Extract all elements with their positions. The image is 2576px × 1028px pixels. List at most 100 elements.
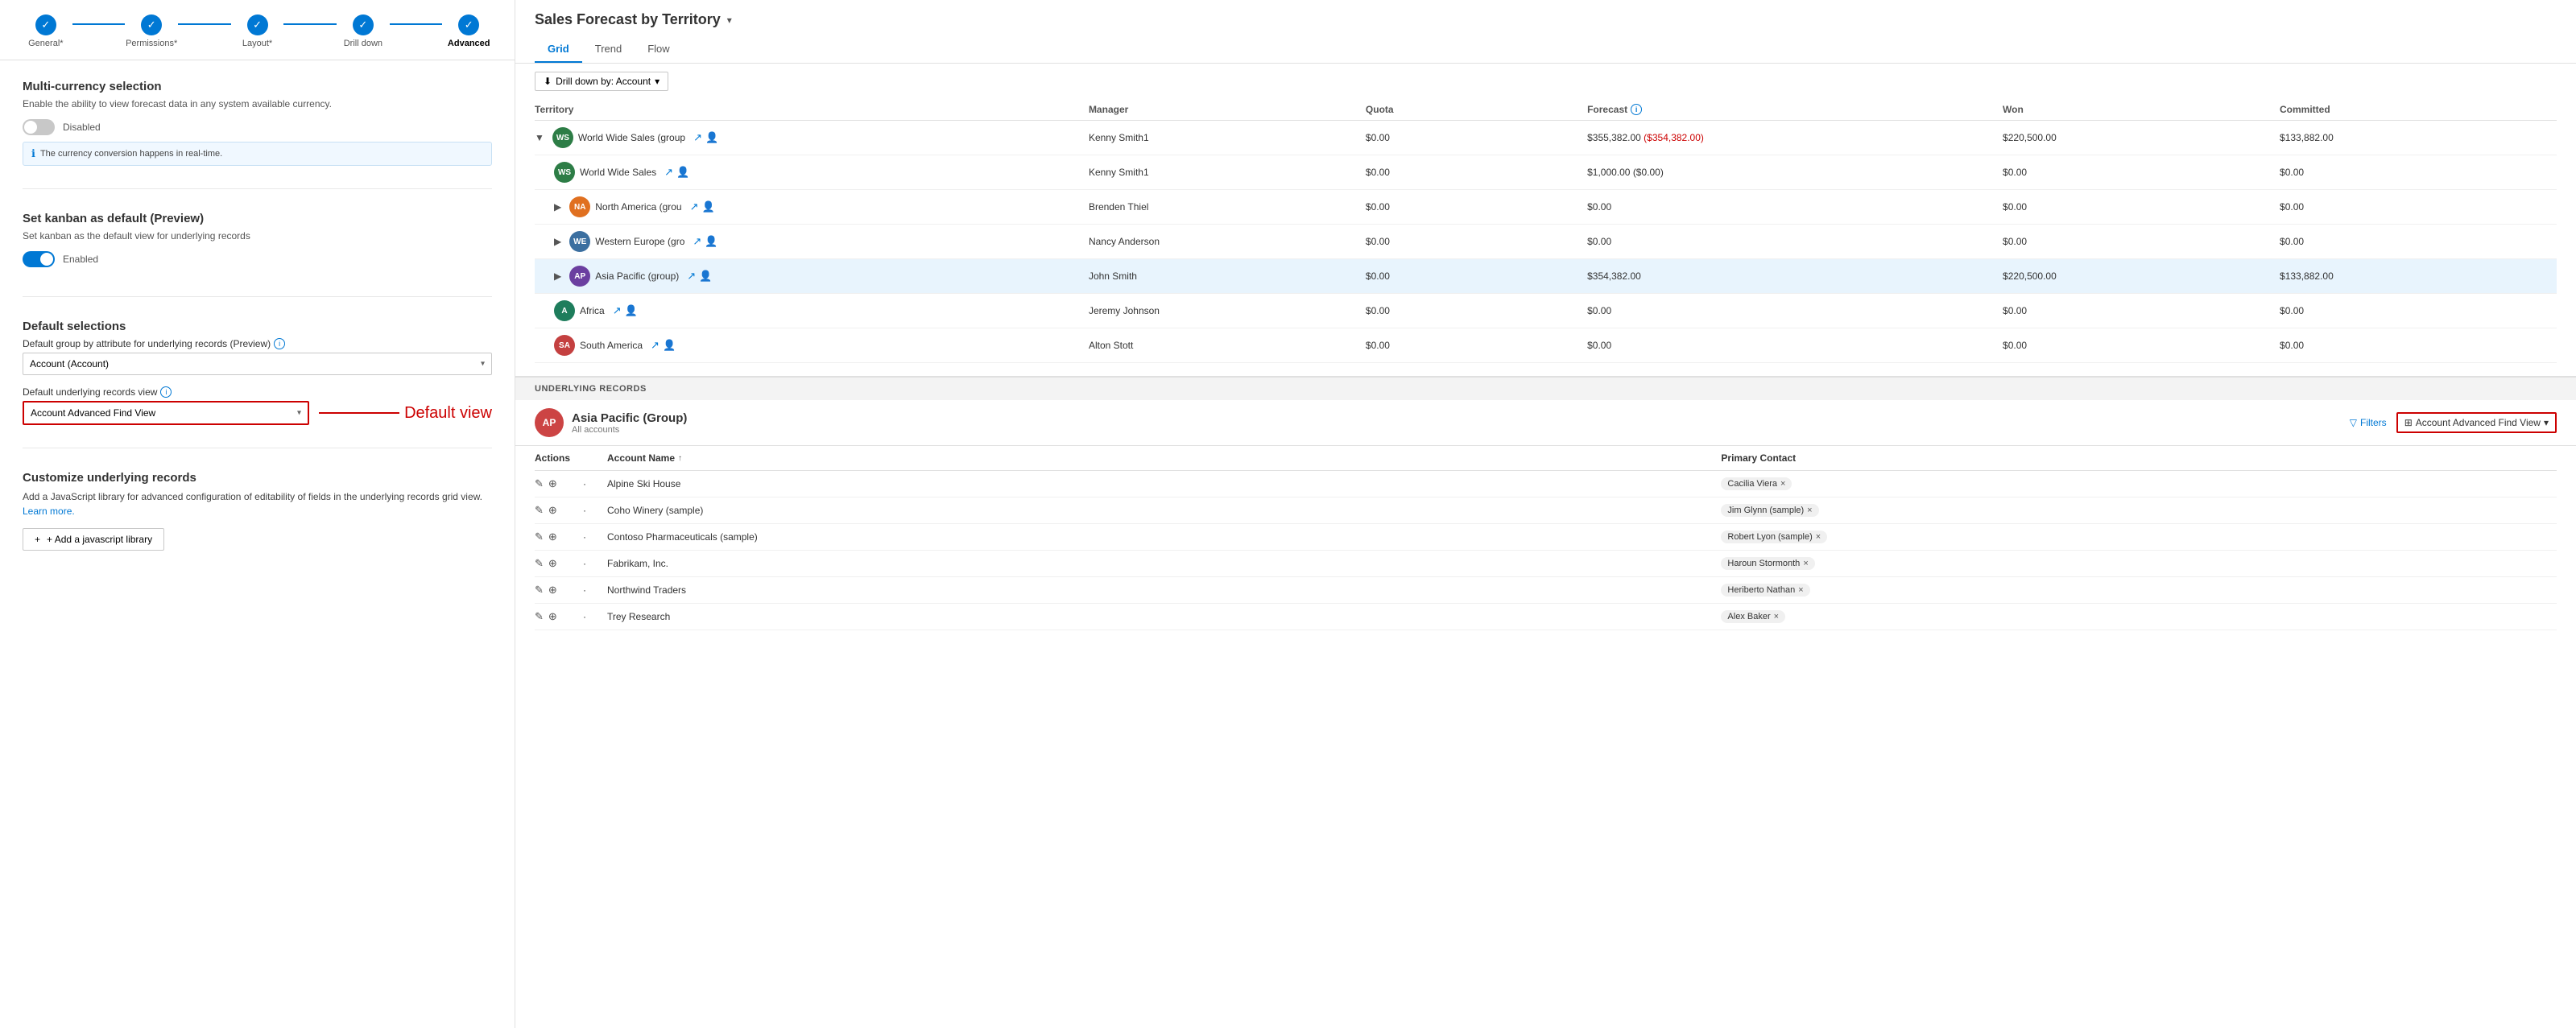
more-icon[interactable]: ⊕ (548, 610, 557, 623)
avatar: WE (569, 231, 590, 252)
expand-icon[interactable]: ▼ (535, 132, 544, 143)
share-icon[interactable]: ↗ (664, 166, 673, 179)
annotation-arrow-line (319, 412, 399, 414)
share-icon[interactable]: ↗ (613, 304, 622, 317)
share-icon[interactable]: ↗ (693, 235, 701, 248)
territory-icons: ↗ 👤 (690, 200, 715, 213)
avatar: WS (554, 162, 575, 183)
person-icon[interactable]: 👤 (699, 270, 712, 283)
row-dot: · (583, 505, 607, 516)
edit-icon[interactable]: ✎ (535, 557, 544, 570)
territory-icons: ↗ 👤 (693, 235, 717, 248)
person-icon[interactable]: 👤 (663, 339, 676, 352)
view-select-wrapper: Account Advanced Find View ▾ (23, 401, 309, 425)
share-icon[interactable]: ↗ (693, 131, 702, 144)
forecast-cell: $1,000.00 ($0.00) (1587, 167, 2003, 178)
territory-name: World Wide Sales (580, 167, 656, 178)
edit-icon[interactable]: ✎ (535, 504, 544, 517)
tabs-row: Grid Trend Flow (535, 36, 2557, 63)
more-icon[interactable]: ⊕ (548, 504, 557, 517)
tag-close-icon[interactable]: × (1780, 479, 1785, 489)
territory-icons: ↗ 👤 (693, 131, 718, 144)
action-icons: ✎ ⊕ (535, 557, 583, 570)
more-icon[interactable]: ⊕ (548, 584, 557, 597)
list-item: ✎ ⊕ · Alpine Ski House Cacilia Viera × (535, 471, 2557, 497)
tag-close-icon[interactable]: × (1807, 506, 1812, 515)
person-icon[interactable]: 👤 (702, 200, 715, 213)
manager-cell: Jeremy Johnson (1089, 305, 1366, 316)
edit-icon[interactable]: ✎ (535, 531, 544, 543)
step-line-1 (72, 23, 126, 25)
tag-close-icon[interactable]: × (1798, 585, 1803, 595)
kanban-title: Set kanban as default (Preview) (23, 212, 492, 225)
person-icon[interactable]: 👤 (676, 166, 689, 179)
underlying-group-info: Asia Pacific (Group) All accounts (572, 411, 687, 435)
step-drilldown[interactable]: ✓ Drill down (337, 14, 390, 48)
expand-icon[interactable]: ▶ (554, 201, 561, 213)
more-icon[interactable]: ⊕ (548, 477, 557, 490)
step-permissions[interactable]: ✓ Permissions* (125, 14, 178, 48)
edit-icon[interactable]: ✎ (535, 584, 544, 597)
forecast-cell: $355,382.00 ($354,382.00) (1587, 132, 2003, 143)
forecast-title-chevron[interactable]: ▾ (727, 14, 732, 26)
edit-icon[interactable]: ✎ (535, 610, 544, 623)
tab-grid[interactable]: Grid (535, 36, 582, 63)
filters-button[interactable]: ▽ Filters (2350, 417, 2387, 428)
more-icon[interactable]: ⊕ (548, 557, 557, 570)
primary-contact: Jim Glynn (sample) × (1721, 504, 2557, 517)
stepper: ✓ General* ✓ Permissions* ✓ Layout* ✓ Dr… (0, 0, 515, 60)
step-general-label: General* (28, 39, 63, 48)
group-label-info[interactable]: i (274, 338, 285, 349)
group-select[interactable]: Account (Account) (23, 353, 491, 374)
multicurrency-desc: Enable the ability to view forecast data… (23, 98, 492, 109)
share-icon[interactable]: ↗ (690, 200, 699, 213)
expand-icon[interactable]: ▶ (554, 236, 561, 247)
underlying-header-label: UNDERLYING RECORDS (535, 384, 647, 394)
person-icon[interactable]: 👤 (705, 235, 717, 248)
person-icon[interactable]: 👤 (625, 304, 638, 317)
tag-close-icon[interactable]: × (1803, 559, 1808, 568)
person-icon[interactable]: 👤 (705, 131, 718, 144)
step-advanced[interactable]: ✓ Advanced (442, 14, 495, 48)
learn-more-link[interactable]: Learn more. (23, 506, 75, 517)
drilldown-button[interactable]: ⬇ Drill down by: Account ▾ (535, 72, 668, 91)
forecast-cell: $354,382.00 (1587, 270, 2003, 282)
col-actions: Actions (535, 452, 583, 464)
tag-close-icon[interactable]: × (1774, 612, 1779, 621)
kanban-toggle[interactable] (23, 251, 55, 267)
expand-icon[interactable]: ▶ (554, 270, 561, 282)
sort-icon[interactable]: ↑ (678, 454, 682, 463)
committed-cell: $0.00 (2280, 236, 2557, 247)
add-js-button[interactable]: + + Add a javascript library (23, 528, 164, 551)
committed-cell: $133,882.00 (2280, 132, 2557, 143)
default-selections-title: Default selections (23, 320, 492, 333)
view-selector-grid-icon: ⊞ (2404, 417, 2413, 428)
kanban-toggle-label: Enabled (63, 254, 98, 265)
tab-trend[interactable]: Trend (582, 36, 635, 63)
tag-close-icon[interactable]: × (1816, 532, 1821, 542)
underlying-group-sub: All accounts (572, 425, 687, 435)
edit-icon[interactable]: ✎ (535, 477, 544, 490)
table-row: A Africa ↗ 👤 Jeremy Johnson $0.00 $0.00 … (535, 294, 2557, 328)
view-select[interactable]: Account Advanced Find View (24, 403, 308, 423)
view-selector[interactable]: ⊞ Account Advanced Find View ▾ (2396, 412, 2557, 433)
step-general[interactable]: ✓ General* (19, 14, 72, 48)
more-icon[interactable]: ⊕ (548, 531, 557, 543)
filter-icon: ▽ (2350, 417, 2357, 428)
action-icons: ✎ ⊕ (535, 584, 583, 597)
forecast-header: Sales Forecast by Territory ▾ Grid Trend… (515, 0, 2576, 64)
row-dot: · (583, 558, 607, 569)
action-icons: ✎ ⊕ (535, 504, 583, 517)
multicurrency-toggle[interactable] (23, 119, 55, 135)
forecast-info-icon[interactable]: i (1631, 104, 1642, 115)
step-layout[interactable]: ✓ Layout* (231, 14, 284, 48)
share-icon[interactable]: ↗ (687, 270, 696, 283)
quota-cell: $0.00 (1366, 236, 1587, 247)
col-manager: Manager (1089, 104, 1366, 115)
share-icon[interactable]: ↗ (651, 339, 660, 352)
tab-flow[interactable]: Flow (635, 36, 682, 63)
view-label-info[interactable]: i (160, 386, 172, 398)
step-general-circle: ✓ (35, 14, 56, 35)
avatar: AP (569, 266, 590, 287)
add-js-plus-icon: + (35, 534, 40, 545)
